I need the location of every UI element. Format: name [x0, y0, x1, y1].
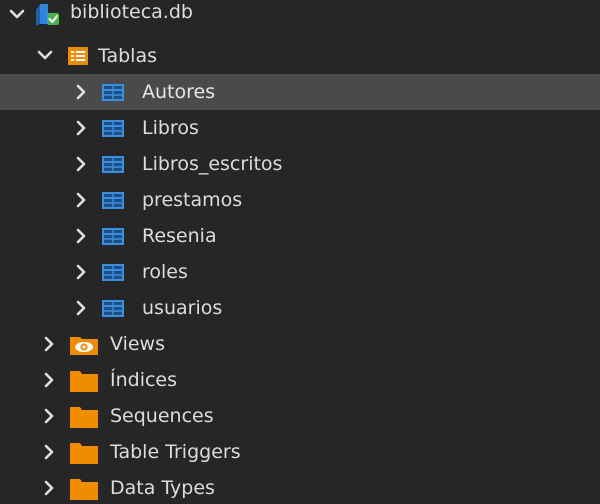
- table-label: prestamos: [142, 189, 243, 211]
- table-label: Libros_escritos: [142, 153, 283, 175]
- tables-folder-label: Tablas: [98, 45, 157, 67]
- chevron-down-icon[interactable]: [36, 47, 54, 65]
- tree-item-sequences[interactable]: Sequences: [0, 398, 600, 434]
- database-label: biblioteca.db: [70, 1, 193, 23]
- table-triggers-label: Table Triggers: [110, 441, 241, 463]
- table-label: usuarios: [142, 297, 223, 319]
- tree-item-database[interactable]: biblioteca.db: [0, 0, 600, 36]
- sequences-label: Sequences: [110, 405, 214, 427]
- chevron-right-icon[interactable]: [40, 335, 58, 353]
- tree-item-views[interactable]: Views: [0, 326, 600, 362]
- table-icon: [102, 228, 124, 245]
- views-label: Views: [110, 333, 165, 355]
- database-connected-icon: [34, 2, 62, 28]
- table-icon: [102, 300, 124, 317]
- chevron-right-icon[interactable]: [72, 299, 90, 317]
- chevron-right-icon[interactable]: [72, 83, 90, 101]
- chevron-right-icon[interactable]: [72, 155, 90, 173]
- folder-icon: [70, 406, 98, 428]
- chevron-right-icon[interactable]: [40, 371, 58, 389]
- tree-item-table[interactable]: Resenia: [0, 218, 600, 254]
- table-label: Libros: [142, 117, 199, 139]
- table-icon: [102, 264, 124, 281]
- tree-item-table[interactable]: roles: [0, 254, 600, 290]
- table-label: roles: [142, 261, 188, 283]
- folder-icon: [70, 442, 98, 464]
- folder-icon: [70, 370, 98, 392]
- tree-item-indices[interactable]: Índices: [0, 362, 600, 398]
- chevron-right-icon[interactable]: [72, 227, 90, 245]
- chevron-right-icon[interactable]: [72, 191, 90, 209]
- table-label: Resenia: [142, 225, 217, 247]
- tree-item-data-types[interactable]: Data Types: [0, 470, 600, 504]
- chevron-right-icon[interactable]: [40, 443, 58, 461]
- chevron-right-icon[interactable]: [72, 263, 90, 281]
- tree-item-table-triggers[interactable]: Table Triggers: [0, 434, 600, 470]
- chevron-down-icon[interactable]: [8, 6, 26, 24]
- tree-item-table[interactable]: Libros: [0, 110, 600, 146]
- table-icon: [102, 192, 124, 209]
- table-label: Autores: [142, 81, 216, 103]
- database-navigator-tree: biblioteca.db Tablas Autores Libros Libr…: [0, 0, 600, 504]
- tree-item-table[interactable]: prestamos: [0, 182, 600, 218]
- table-icon: [102, 120, 124, 137]
- tree-item-table[interactable]: Libros_escritos: [0, 146, 600, 182]
- chevron-right-icon[interactable]: [72, 119, 90, 137]
- tree-item-table[interactable]: Autores: [0, 74, 600, 110]
- chevron-right-icon[interactable]: [40, 479, 58, 497]
- indices-label: Índices: [110, 369, 178, 391]
- data-types-label: Data Types: [110, 477, 215, 499]
- tables-folder-icon: [68, 47, 88, 65]
- chevron-right-icon[interactable]: [40, 407, 58, 425]
- folder-icon: [70, 478, 98, 500]
- views-folder-icon: [70, 335, 98, 355]
- tree-item-table[interactable]: usuarios: [0, 290, 600, 326]
- table-icon: [102, 156, 124, 173]
- table-icon: [102, 84, 124, 101]
- tree-item-tables-folder[interactable]: Tablas: [0, 38, 600, 74]
